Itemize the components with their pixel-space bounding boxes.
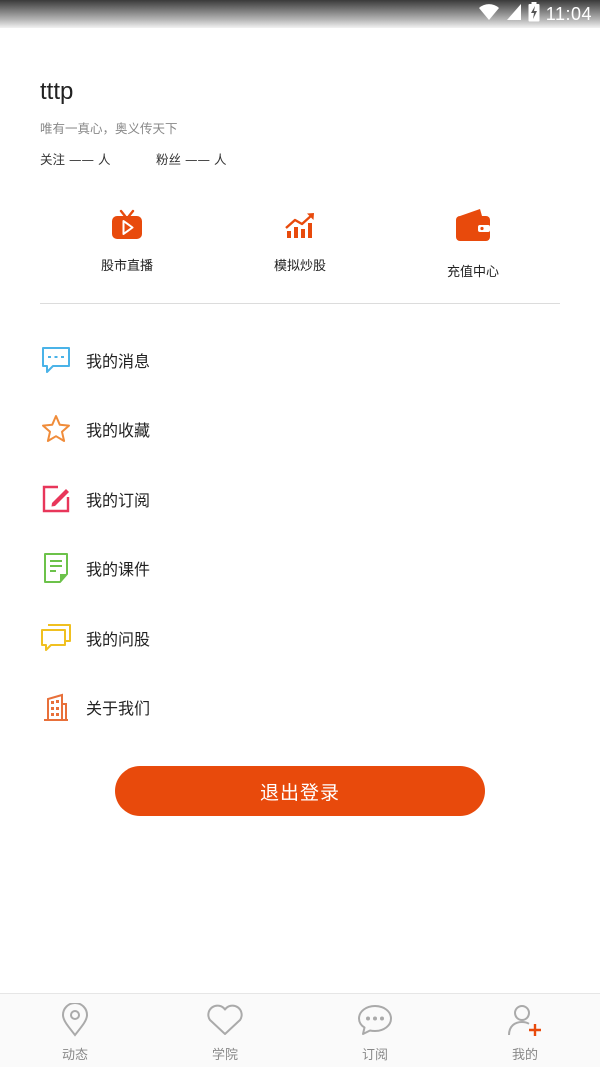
status-icons: 11:04 bbox=[478, 2, 592, 26]
follow-stats: 关注 —— 人 粉丝 —— 人 bbox=[40, 149, 272, 168]
courseware-icon bbox=[40, 552, 72, 584]
edit-icon bbox=[40, 483, 72, 515]
menu-item-label: 关于我们 bbox=[86, 699, 151, 719]
quick-action-label: 模拟炒股 bbox=[273, 259, 326, 274]
quick-action-label: 充值中心 bbox=[446, 265, 499, 280]
status-time: 11:04 bbox=[545, 3, 592, 24]
user-add-icon bbox=[505, 1002, 545, 1038]
section-divider bbox=[40, 303, 560, 304]
logout-button[interactable]: 退出登录 bbox=[115, 766, 485, 816]
stock-chart-icon bbox=[280, 205, 320, 245]
username: tttp bbox=[40, 78, 74, 105]
followers-count[interactable]: 粉丝 —— 人 bbox=[156, 149, 272, 168]
quick-action-recharge[interactable]: 充值中心 bbox=[403, 205, 543, 280]
chat-dots-icon bbox=[355, 1002, 395, 1038]
menu-item-label: 我的收藏 bbox=[86, 421, 151, 441]
nav-tab-academy[interactable]: 学院 bbox=[150, 994, 300, 1067]
bottom-nav: 动态 学院 订阅 我的 bbox=[0, 993, 600, 1067]
message-icon bbox=[40, 344, 72, 376]
menu-item-my-favorites[interactable]: 我的收藏 bbox=[0, 395, 600, 465]
nav-tab-profile[interactable]: 我的 bbox=[450, 994, 600, 1067]
signal-icon bbox=[506, 3, 522, 25]
status-bar: 11:04 bbox=[0, 0, 600, 28]
battery-charging-icon bbox=[528, 2, 540, 26]
menu-item-my-messages[interactable]: 我的消息 bbox=[0, 325, 600, 395]
menu-list: 我的消息 我的收藏 我的订阅 我的课件 我的问股 关于我们 bbox=[0, 325, 600, 742]
menu-item-label: 我的消息 bbox=[86, 351, 151, 371]
nav-tab-subscriptions[interactable]: 订阅 bbox=[300, 994, 450, 1067]
menu-item-label: 我的订阅 bbox=[86, 490, 151, 510]
nav-tab-label: 学院 bbox=[211, 1048, 238, 1063]
menu-item-about-us[interactable]: 关于我们 bbox=[0, 673, 600, 743]
heart-icon bbox=[205, 1002, 245, 1038]
quick-actions: 股市直播 模拟炒股 充值中心 bbox=[40, 205, 560, 301]
building-icon bbox=[40, 691, 72, 723]
nav-tab-label: 我的 bbox=[511, 1048, 538, 1063]
quick-action-simulated-trading[interactable]: 模拟炒股 bbox=[230, 205, 370, 274]
wallet-icon bbox=[453, 205, 493, 245]
menu-item-label: 我的课件 bbox=[86, 560, 151, 580]
user-motto: 唯有一真心，奥义传天下 bbox=[40, 121, 178, 136]
chat-bubbles-icon bbox=[40, 622, 72, 654]
nav-tab-label: 动态 bbox=[61, 1048, 88, 1063]
nav-tab-feed[interactable]: 动态 bbox=[0, 994, 150, 1067]
quick-action-live[interactable]: 股市直播 bbox=[57, 205, 197, 274]
star-icon bbox=[40, 413, 72, 445]
nav-tab-label: 订阅 bbox=[361, 1048, 388, 1063]
menu-item-my-stock-questions[interactable]: 我的问股 bbox=[0, 603, 600, 673]
screen: 11:04 tttp 唯有一真心，奥义传天下 关注 —— 人 粉丝 —— 人 股… bbox=[0, 0, 600, 1067]
menu-item-label: 我的问股 bbox=[86, 629, 151, 649]
menu-item-my-courseware[interactable]: 我的课件 bbox=[0, 534, 600, 604]
menu-item-my-subscriptions[interactable]: 我的订阅 bbox=[0, 464, 600, 534]
wifi-icon bbox=[478, 3, 500, 25]
tv-play-icon bbox=[107, 205, 147, 245]
following-count[interactable]: 关注 —— 人 bbox=[40, 149, 156, 168]
location-pin-icon bbox=[55, 1002, 95, 1038]
quick-action-label: 股市直播 bbox=[100, 259, 153, 274]
